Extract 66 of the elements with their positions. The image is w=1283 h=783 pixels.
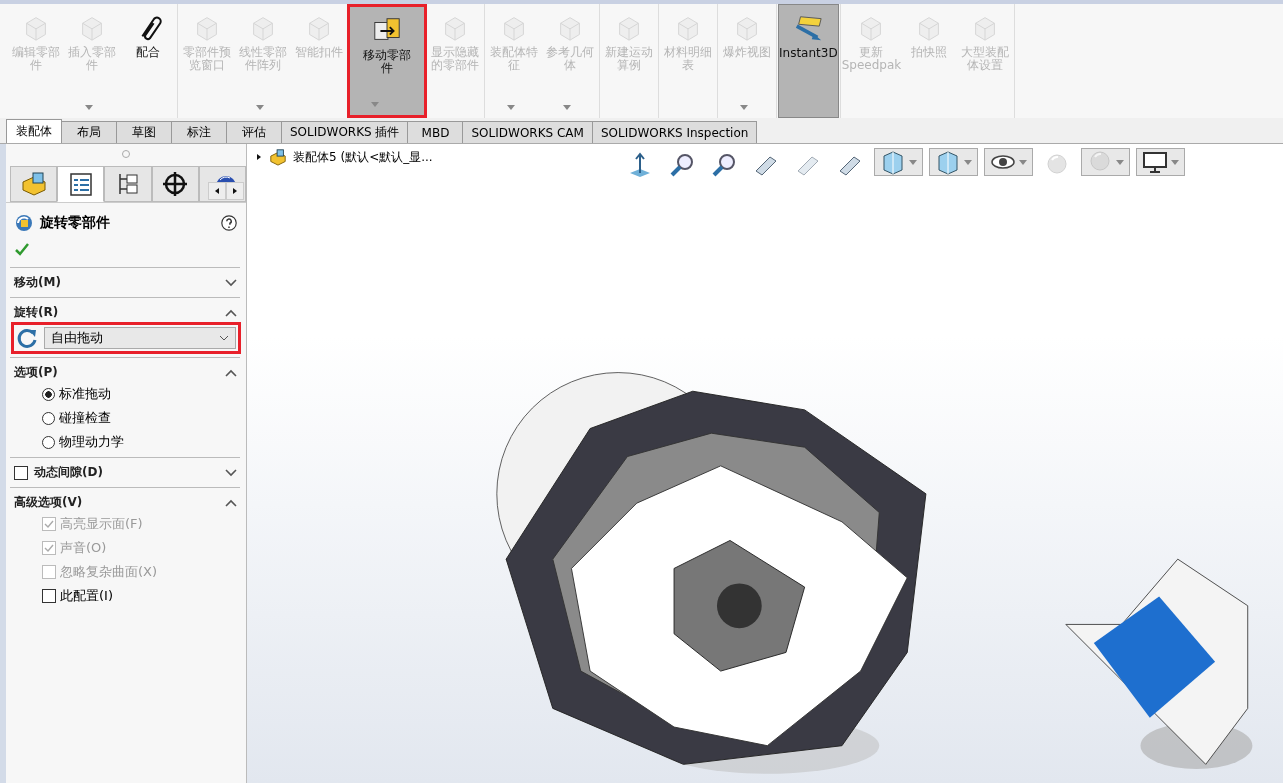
panel-tab[interactable] [104, 166, 152, 202]
ribbon-tab[interactable]: 标注 [171, 121, 227, 143]
view-tool-button[interactable] [1136, 148, 1185, 176]
option-label: 忽略复杂曲面(X) [60, 563, 158, 581]
rotate-arrow-icon [16, 327, 38, 349]
section-title: 动态间隙(D) [34, 464, 104, 481]
section-title: 选项(P) [14, 364, 59, 381]
view-tool-button[interactable] [984, 148, 1033, 176]
scroll-left-button[interactable] [208, 182, 226, 200]
toolbar-button[interactable]: Instant3D [778, 4, 839, 118]
caret-icon [507, 105, 515, 110]
chevron-icon[interactable] [224, 277, 238, 288]
assembly-icon [269, 148, 287, 166]
help-icon[interactable] [220, 214, 238, 232]
checkbox[interactable] [42, 589, 56, 603]
caret-icon [563, 105, 571, 110]
radio-button[interactable] [42, 411, 55, 425]
checkmark-icon[interactable] [14, 241, 30, 257]
ribbon-tab[interactable]: 装配体 [6, 119, 62, 143]
ribbon-tab[interactable]: SOLIDWORKS 插件 [281, 121, 409, 143]
option-label: 碰撞检查 [59, 409, 111, 427]
ruler-arrow-icon [793, 13, 824, 43]
caret-icon [740, 105, 748, 110]
toolbar-button[interactable]: 配合 [120, 4, 176, 118]
scroll-right-button[interactable] [226, 182, 244, 200]
toolbar-button[interactable]: 移动零部件 [347, 4, 427, 118]
caret-icon [1019, 159, 1027, 165]
option-label: 此配置(I) [60, 587, 113, 605]
right-arrow-icon [231, 187, 239, 195]
chevron-icon[interactable] [224, 467, 238, 478]
chevron-down-icon [219, 335, 229, 341]
ribbon-tab[interactable]: 评估 [226, 121, 282, 143]
ribbon-tab[interactable]: SOLIDWORKS Inspection [591, 121, 758, 143]
section-title: 旋转(R) [14, 304, 60, 321]
panel-title: 旋转零部件 [40, 214, 111, 232]
caret-icon [964, 159, 972, 165]
dropdown-field[interactable]: 自由拖动 [44, 327, 236, 349]
radio-button[interactable] [42, 387, 55, 401]
ribbon-tab[interactable]: MBD [407, 121, 464, 143]
tree-item[interactable]: 装配体5 (默认<默认_显... [293, 148, 433, 166]
section-title: 移动(M) [14, 274, 62, 291]
option-label: 物理动力学 [59, 433, 124, 451]
section-title: 高级选项(V) [14, 494, 84, 511]
option-label: 标准拖动 [59, 385, 111, 403]
radio-button[interactable] [42, 435, 55, 449]
caret-icon [909, 159, 917, 165]
left-arrow-icon [213, 187, 221, 195]
expand-arrow-icon[interactable] [255, 153, 263, 161]
chevron-icon[interactable] [224, 307, 238, 318]
rotate-part-icon [14, 213, 34, 233]
feature-tree-icon [19, 170, 48, 198]
chevron-icon[interactable] [224, 497, 238, 508]
option-label: 高亮显示面(F) [60, 515, 143, 533]
checkbox[interactable] [14, 465, 28, 480]
chevron-icon[interactable] [224, 367, 238, 378]
ribbon-tab[interactable]: SOLIDWORKS CAM [462, 121, 593, 143]
caret-icon [256, 105, 264, 110]
panel-tab[interactable] [151, 166, 199, 202]
caret-icon [85, 105, 93, 110]
ribbon-tab[interactable]: 草图 [116, 121, 172, 143]
dimxpert-icon [161, 170, 190, 198]
caret-icon [1116, 159, 1124, 165]
caret-icon [1171, 159, 1179, 165]
ribbon-tab[interactable]: 布局 [61, 121, 117, 143]
caret-icon [371, 102, 379, 107]
option-label: 声音(O) [60, 539, 107, 557]
